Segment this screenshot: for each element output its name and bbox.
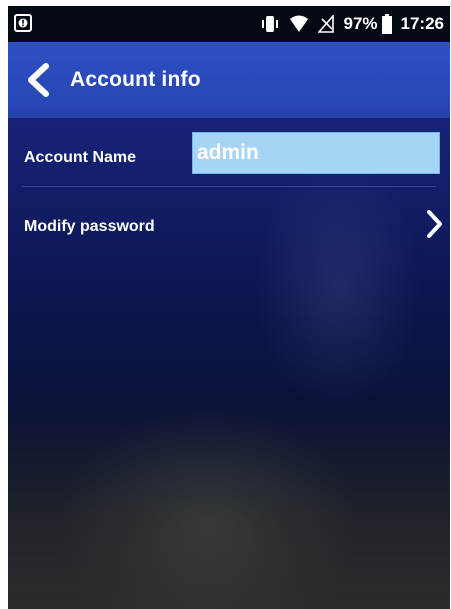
modify-password-label: Modify password <box>24 218 155 235</box>
chevron-left-icon <box>28 63 49 97</box>
no-signal-icon <box>318 15 335 33</box>
vibrate-icon <box>262 16 279 32</box>
status-indicators: 97% 17:26 <box>260 6 444 42</box>
account-name-input[interactable] <box>192 132 440 174</box>
modify-password-row[interactable]: Modify password <box>8 191 450 257</box>
status-bar: 97% 17:26 <box>8 6 450 42</box>
page-title: Account info <box>70 68 201 91</box>
clock: 17:26 <box>400 14 444 33</box>
chevron-right-icon <box>427 210 442 238</box>
battery-icon <box>381 14 392 34</box>
row-divider <box>22 186 436 187</box>
app-bar: Account info <box>8 42 450 118</box>
account-name-label: Account Name <box>24 149 137 166</box>
wifi-icon <box>290 15 309 32</box>
device-screen: 97% 17:26 Account info Account Name Modi… <box>8 6 450 609</box>
battery-percent: 97% <box>343 14 378 33</box>
back-button[interactable] <box>22 62 54 98</box>
notification-icon <box>14 14 32 32</box>
account-name-row: Account Name <box>8 118 450 184</box>
